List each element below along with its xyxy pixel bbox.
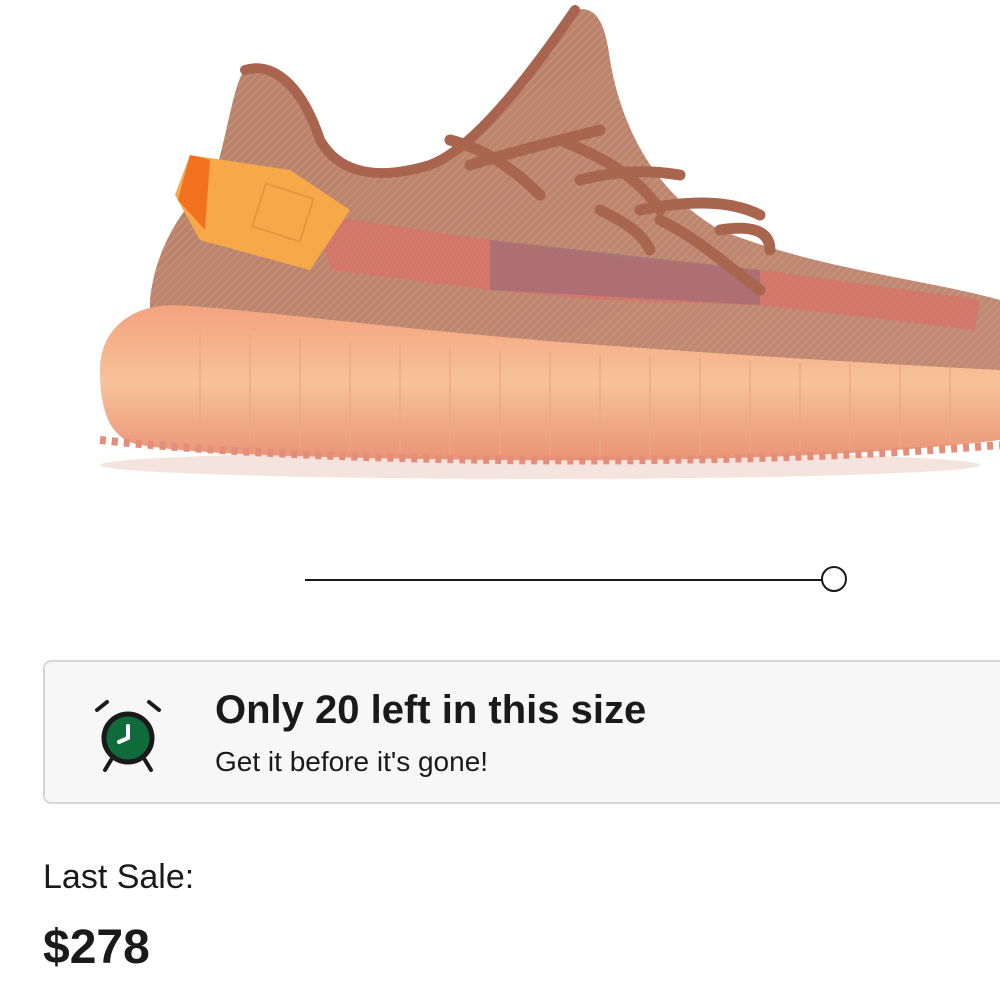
stock-alert-title: Only 20 left in this size bbox=[215, 688, 647, 732]
image-slider[interactable] bbox=[305, 560, 855, 600]
last-sale-price: $278 bbox=[43, 921, 150, 974]
stock-alert-subtitle: Get it before it's gone! bbox=[215, 746, 489, 777]
stock-alert-card: Only 20 left in this size Get it before … bbox=[43, 660, 1000, 804]
slider-track[interactable] bbox=[305, 579, 825, 581]
alarm-clock-icon bbox=[95, 700, 161, 772]
last-sale-label: Last Sale: bbox=[43, 858, 195, 896]
product-image[interactable] bbox=[0, 0, 1000, 520]
product-page: Only 20 left in this size Get it before … bbox=[0, 0, 1000, 1000]
slider-thumb[interactable] bbox=[821, 566, 847, 592]
